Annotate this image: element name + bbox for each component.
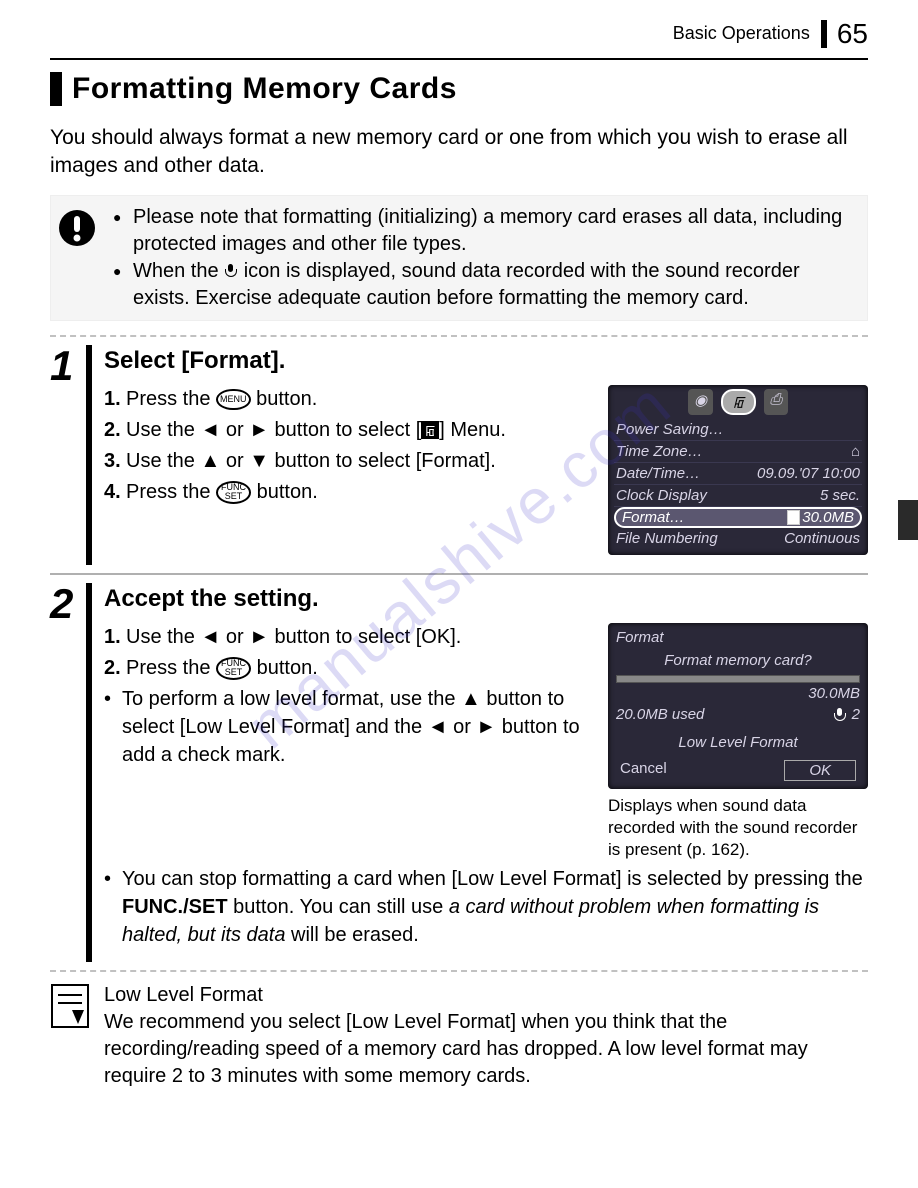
tools-menu-icon: ꡂ (421, 421, 439, 439)
warning-bullets: Please note that formatting (initializin… (113, 204, 859, 312)
up-arrow-icon: ▲ (461, 688, 481, 710)
func-set-label: FUNC./SET (122, 896, 228, 918)
camera-lcd-screenshot-format: Format Format memory card? 30.0MB 20.0MB… (608, 623, 868, 861)
screenshot-caption: Displays when sound data recorded with t… (608, 795, 868, 861)
step-number: 2 (50, 583, 86, 962)
lcd-title: Format (616, 629, 860, 646)
divider (50, 573, 868, 575)
step-title: Accept the setting. (104, 585, 868, 613)
step-1: 1 Select [Format]. 1.Press the MENU butt… (50, 345, 868, 565)
page-number: 65 (821, 20, 868, 48)
warning-note: Please note that formatting (initializin… (50, 195, 868, 321)
step-2: 2 Accept the setting. 1.Use the ◄ or ► b… (50, 583, 868, 962)
left-arrow-icon: ◄ (200, 419, 220, 441)
right-arrow-icon: ► (476, 716, 496, 738)
lcd-low-level-option: Low Level Format (636, 731, 840, 754)
up-arrow-icon: ▲ (200, 450, 220, 472)
warning-icon (55, 204, 99, 312)
lcd-tab: ◉ (688, 389, 713, 415)
page-side-tab (898, 500, 918, 540)
note-icon (50, 982, 90, 1090)
lcd-tab: ⎙ (764, 389, 788, 415)
divider (50, 335, 868, 337)
section-name: Basic Operations (673, 23, 810, 43)
manual-page: manualshive.com Basic Operations 65 Form… (0, 0, 918, 1130)
func-set-button-icon: FUNCSET (216, 657, 251, 680)
divider (50, 970, 868, 972)
microphone-icon (833, 708, 847, 722)
sub-bullet: To perform a low level format, use the ▲… (104, 685, 590, 769)
lcd-tab-selected: ꡂ (721, 389, 756, 415)
lcd-capacity-bar (616, 675, 860, 683)
warning-bullet-1: Please note that formatting (initializin… (113, 204, 859, 258)
left-arrow-icon: ◄ (428, 716, 448, 738)
step2-continuation: You can stop formatting a card when [Low… (104, 865, 868, 949)
lcd-cancel: Cancel (620, 760, 667, 781)
divider (50, 58, 868, 60)
lcd-mic-count: 2 (833, 706, 860, 723)
tip-body: We recommend you select [Low Level Forma… (104, 1009, 868, 1090)
down-arrow-icon: ▼ (249, 450, 269, 472)
step-title: Select [Format]. (104, 347, 868, 375)
step-number: 1 (50, 345, 86, 565)
page-title: Formatting Memory Cards (50, 72, 868, 106)
step-bar (86, 583, 92, 962)
lcd-row-selected: Format…30.0MB (614, 507, 862, 528)
lcd-capacity: 30.0MB (616, 685, 860, 702)
tip-title: Low Level Format (104, 982, 868, 1009)
left-arrow-icon: ◄ (200, 626, 220, 648)
warning-bullet-2: When the icon is displayed, sound data r… (113, 258, 859, 312)
intro-text: You should always format a new memory ca… (50, 124, 868, 181)
right-arrow-icon: ► (249, 626, 269, 648)
step2-instructions: 1.Use the ◄ or ► button to select [OK]. … (104, 623, 590, 861)
tip-box: Low Level Format We recommend you select… (50, 982, 868, 1090)
microphone-icon (224, 264, 238, 278)
lcd-ok: OK (784, 760, 856, 781)
camera-lcd-screenshot-menu: ◉ ꡂ ⎙ Power Saving… Time Zone…⌂ Date/Tim… (608, 385, 868, 555)
menu-button-icon: MENU (216, 389, 251, 410)
lcd-question: Format memory card? (616, 652, 860, 669)
right-arrow-icon: ► (249, 419, 269, 441)
lcd-used: 20.0MB used (616, 706, 704, 723)
step-bar (86, 345, 92, 565)
step1-instructions: 1.Press the MENU button. 2.Use the ◄ or … (104, 385, 590, 555)
running-header: Basic Operations 65 (50, 20, 868, 48)
sub-bullet: You can stop formatting a card when [Low… (104, 865, 868, 949)
func-set-button-icon: FUNCSET (216, 481, 251, 504)
card-icon (787, 510, 800, 525)
